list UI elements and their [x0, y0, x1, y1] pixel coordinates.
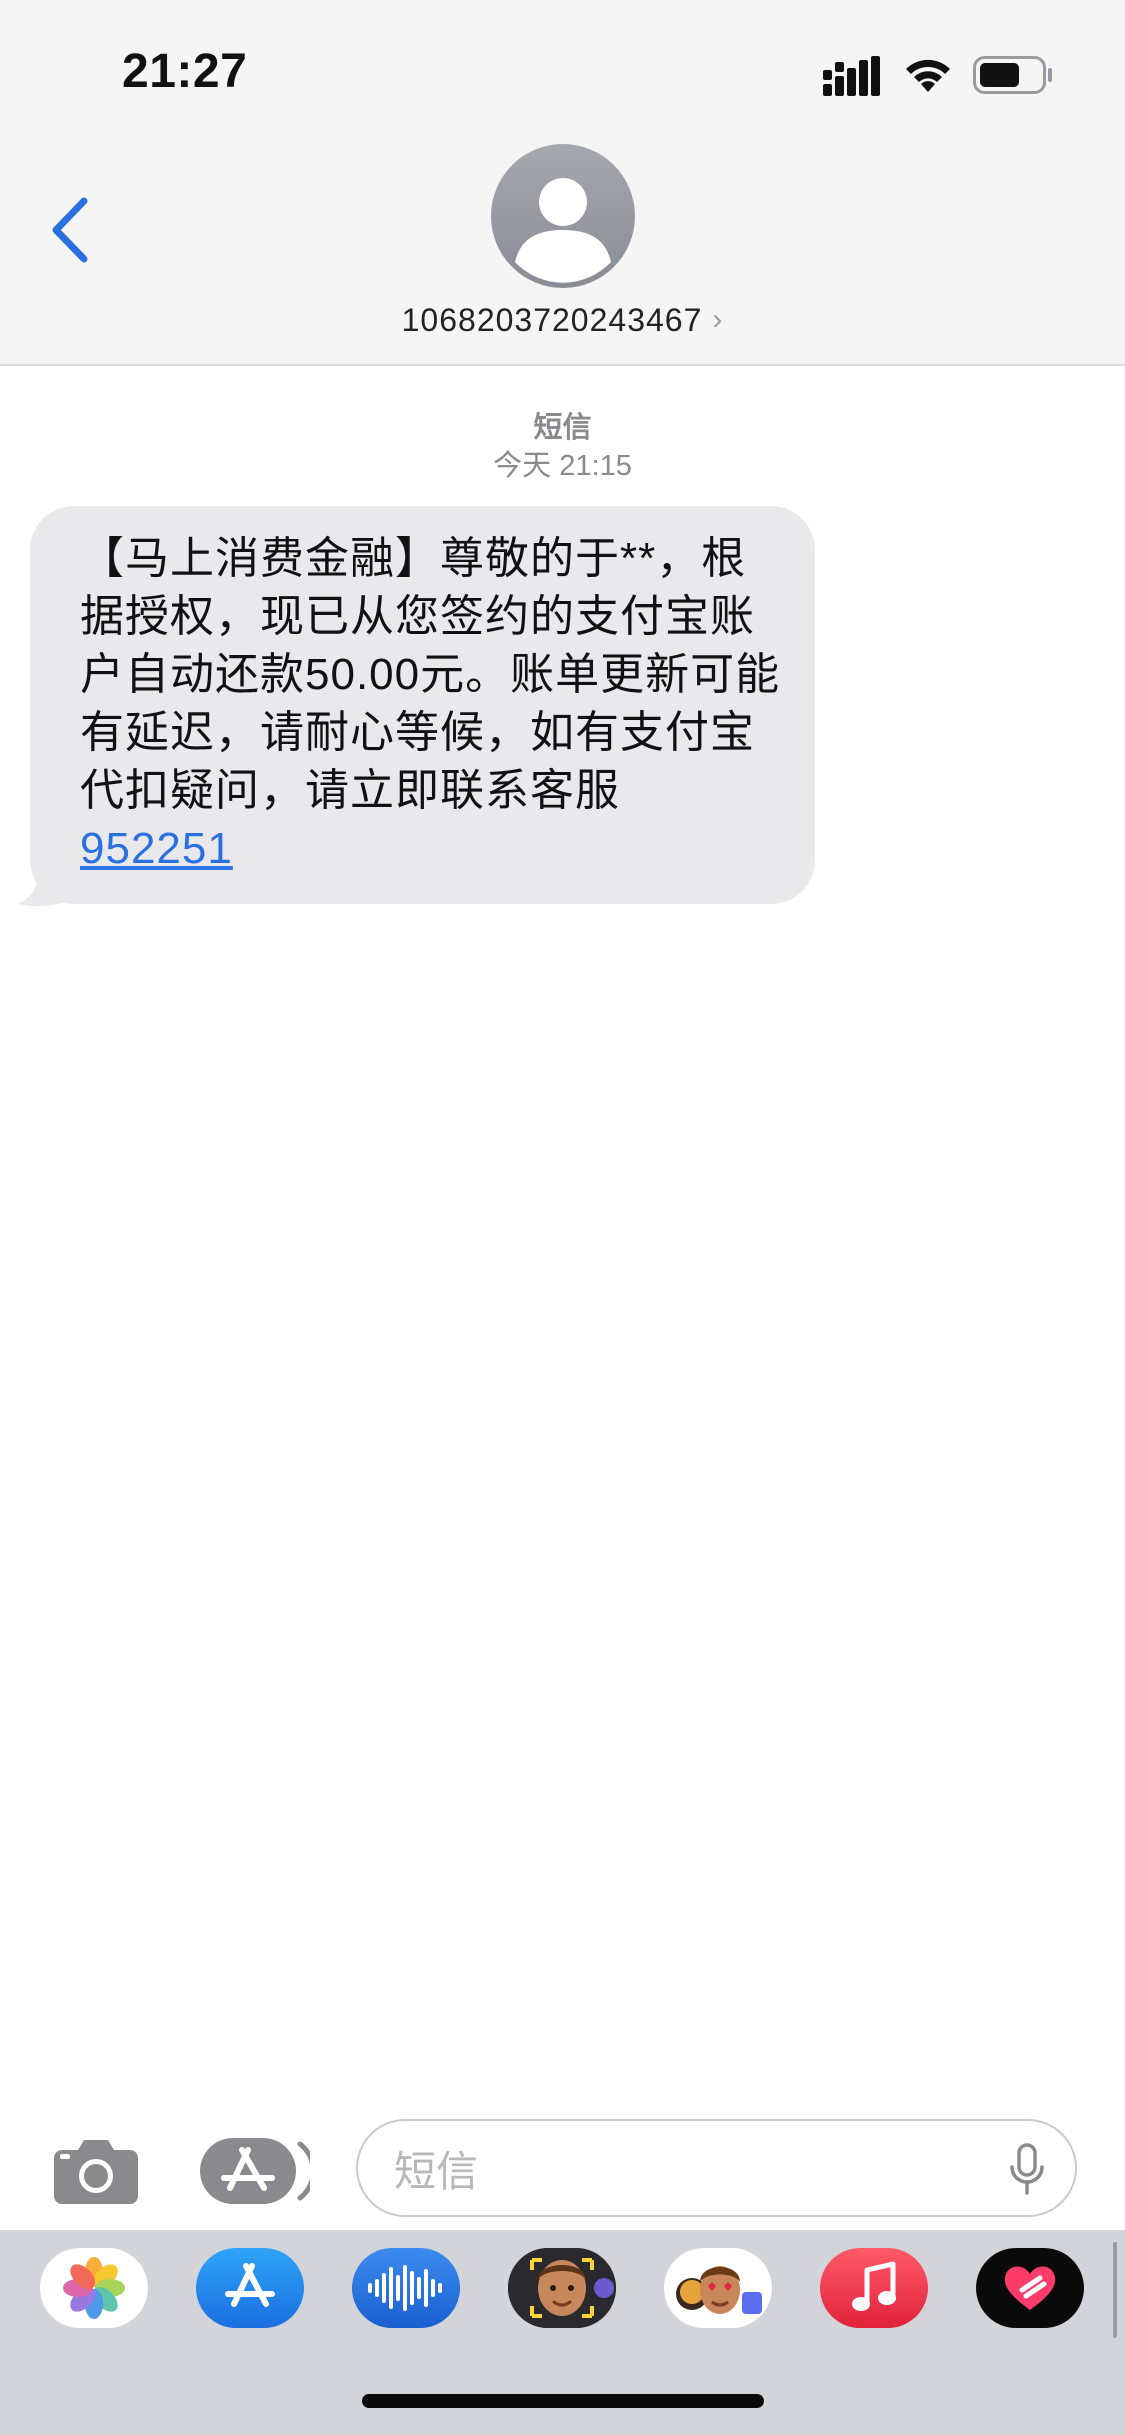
timestamp-time: 21:15	[559, 450, 632, 482]
status-time: 21:27	[122, 45, 248, 98]
camera-button[interactable]	[52, 2136, 140, 2206]
photos-flower-icon	[63, 2257, 125, 2319]
memoji-face-icon	[508, 2248, 616, 2328]
message-input[interactable]: 短信	[356, 2119, 1077, 2217]
cellular-signal-icon	[823, 56, 880, 96]
memoji-stickers-icon	[676, 2266, 762, 2314]
message-timestamp: 今天 21:15	[0, 442, 1125, 484]
messages-screen: 21:27 1068203720243467 › 短信 今天 21:15 【马上…	[0, 0, 1125, 2435]
microphone-icon[interactable]	[1007, 2143, 1047, 2197]
drawer-scrollbar[interactable]	[1113, 2242, 1117, 2338]
service-label: 短信	[533, 412, 592, 444]
app-store-button[interactable]	[198, 2136, 316, 2206]
chevron-left-icon	[52, 197, 88, 263]
timestamp-day: 今天	[493, 450, 552, 482]
audio-message-app-icon[interactable]	[352, 2248, 460, 2328]
app-store-a-icon	[225, 2263, 275, 2307]
incoming-message[interactable]: 【马上消费金融】尊敬的于**，根据授权，现已从您签约的支付宝账户自动还款50.0…	[18, 506, 815, 907]
message-bubble: 【马上消费金融】尊敬的于**，根据授权，现已从您签约的支付宝账户自动还款50.0…	[30, 506, 815, 904]
memoji-app-icon[interactable]	[508, 2248, 616, 2328]
music-app-icon[interactable]	[820, 2248, 928, 2328]
waveform-icon	[368, 2265, 442, 2311]
photos-app-icon[interactable]	[40, 2248, 148, 2328]
app-store-app-icon[interactable]	[196, 2248, 304, 2328]
camera-icon	[54, 2140, 138, 2204]
message-input-placeholder: 短信	[394, 2147, 479, 2195]
contact-name-button[interactable]: 1068203720243467 ›	[0, 302, 1125, 339]
contact-name: 1068203720243467	[401, 302, 703, 338]
heart-icon	[1004, 2266, 1056, 2310]
message-text: 【马上消费金融】尊敬的于**，根据授权，现已从您签约的支付宝账户自动还款50.0…	[80, 534, 781, 815]
digital-touch-app-icon[interactable]	[976, 2248, 1084, 2328]
memoji-stickers-app-icon[interactable]	[664, 2248, 772, 2328]
chevron-right-icon: ›	[712, 302, 724, 336]
conversation-header: 21:27 1068203720243467 ›	[0, 0, 1125, 366]
home-indicator[interactable]	[362, 2394, 764, 2408]
back-button[interactable]	[40, 190, 100, 270]
status-icons	[823, 52, 1053, 96]
app-store-icon	[200, 2138, 316, 2204]
phone-number-link[interactable]: 952251	[80, 824, 233, 873]
wifi-icon	[906, 59, 950, 92]
battery-icon	[973, 56, 1052, 94]
music-note-icon	[852, 2261, 896, 2311]
contact-avatar[interactable]	[491, 144, 635, 288]
person-icon	[515, 178, 611, 283]
